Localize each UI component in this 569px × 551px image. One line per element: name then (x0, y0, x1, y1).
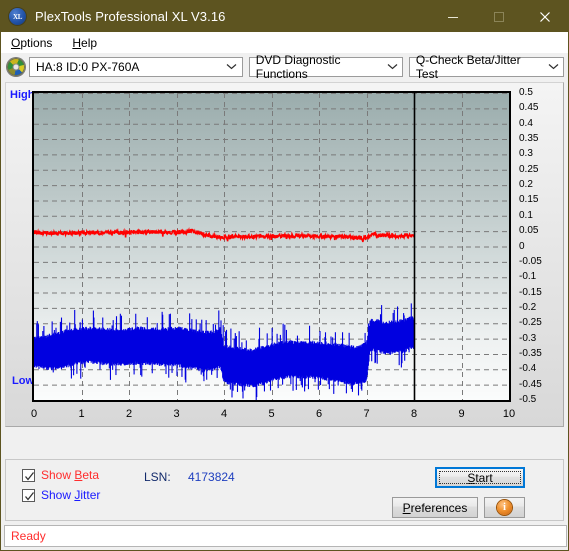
x-tick: 5 (268, 408, 275, 420)
axis-label-low: Low (12, 375, 34, 387)
status-bar: Ready (4, 525, 567, 547)
close-icon[interactable] (522, 1, 568, 32)
chevron-down-icon (384, 58, 402, 76)
title-bar: XL PlexTools Professional XL V3.16 (1, 1, 568, 32)
lsn-value: 4173824 (188, 470, 235, 484)
lsn-label: LSN: (144, 470, 171, 484)
menu-item-options-label: ptions (20, 35, 53, 50)
y-tick: -0.2 (519, 301, 537, 313)
maximize-icon[interactable] (476, 1, 522, 32)
plot-canvas (34, 93, 509, 400)
y-tick: 0.1 (519, 209, 533, 221)
show-jitter-row[interactable]: Show Jitter (22, 488, 100, 502)
x-tick: 7 (363, 408, 370, 420)
y-tick: -0.25 (519, 317, 542, 329)
y-tick: 0.5 (519, 87, 533, 98)
y-tick: -0.35 (519, 347, 542, 359)
y-tick: 0 (519, 240, 525, 252)
chart-panel: High Low 0.5 0.45 0.4 0.35 0.3 0.25 0.2 0.15 0.1… (5, 82, 564, 427)
menu-bar: Options Help (1, 32, 568, 53)
xl-app-icon: XL (9, 8, 26, 25)
status-text: Ready (11, 529, 46, 543)
function-select[interactable]: DVD Diagnostic Functions (248, 53, 403, 81)
show-beta-row[interactable]: Show Beta (22, 468, 99, 482)
y-tick: 0.25 (519, 163, 539, 175)
preferences-button-label: Preferences (402, 500, 468, 515)
chevron-down-icon (222, 58, 242, 76)
menu-item-help[interactable]: Help (69, 34, 107, 52)
preferences-button[interactable]: Preferences (392, 497, 478, 518)
y-tick: -0.15 (519, 286, 542, 298)
test-select[interactable]: Q-Check Beta/Jitter Test (408, 53, 564, 81)
function-select-value: DVD Diagnostic Functions (255, 52, 341, 81)
x-tick: 9 (458, 408, 465, 420)
focus-ring (439, 471, 521, 484)
y-tick: -0.05 (519, 255, 542, 267)
y-tick: 0.45 (519, 102, 539, 114)
drive-select-value: HA:8 ID:0 PX-760A (36, 59, 140, 74)
y-tick: 0.35 (519, 133, 539, 145)
x-tick: 10 (502, 408, 516, 420)
y-tick: 0.3 (519, 148, 533, 160)
start-button[interactable]: Start (435, 467, 525, 488)
minimize-icon[interactable] (430, 1, 476, 32)
x-tick: 3 (173, 408, 180, 420)
plot-area (32, 91, 511, 402)
y-tick: -0.1 (519, 271, 537, 283)
y-tick: 0.15 (519, 194, 539, 206)
window-title: PlexTools Professional XL V3.16 (35, 9, 226, 24)
menu-item-options[interactable]: Options (8, 34, 62, 52)
show-jitter-checkbox[interactable] (22, 488, 35, 502)
drive-select[interactable]: HA:8 ID:0 PX-760A (29, 56, 243, 77)
x-tick: 2 (125, 408, 133, 420)
y-tick: -0.3 (519, 332, 537, 344)
test-select-value: Q-Check Beta/Jitter Test (415, 52, 521, 81)
toolbar: HA:8 ID:0 PX-760A DVD Diagnostic Functio… (1, 53, 568, 81)
x-tick: 0 (30, 408, 38, 420)
y-tick: -0.4 (519, 363, 537, 375)
x-tick: 6 (315, 408, 323, 420)
info-button[interactable]: i (484, 497, 525, 518)
y-tick: -0.45 (519, 378, 542, 390)
x-tick: 4 (220, 408, 228, 420)
application-window: XL PlexTools Professional XL V3.16 Optio… (0, 0, 569, 551)
info-icon: i (497, 500, 512, 515)
show-beta-label: Show Beta (41, 468, 100, 482)
controls-group: Show Beta Show Jitter LSN: 4173824 Start… (5, 459, 564, 521)
y-tick: 0.05 (519, 225, 539, 237)
x-tick: 8 (410, 408, 418, 420)
window-controls (430, 1, 568, 32)
chevron-down-icon (543, 58, 563, 76)
y-tick: 0.4 (519, 117, 533, 129)
show-jitter-label: Show Jitter (41, 488, 101, 502)
optical-disc-icon (7, 57, 25, 76)
y-tick: 0.2 (519, 179, 533, 191)
axis-label-high: High (10, 89, 35, 101)
show-beta-checkbox[interactable] (22, 468, 35, 482)
menu-item-help-label: elp (81, 35, 98, 50)
y-tick: -0.5 (519, 394, 537, 405)
x-tick: 1 (78, 408, 85, 420)
